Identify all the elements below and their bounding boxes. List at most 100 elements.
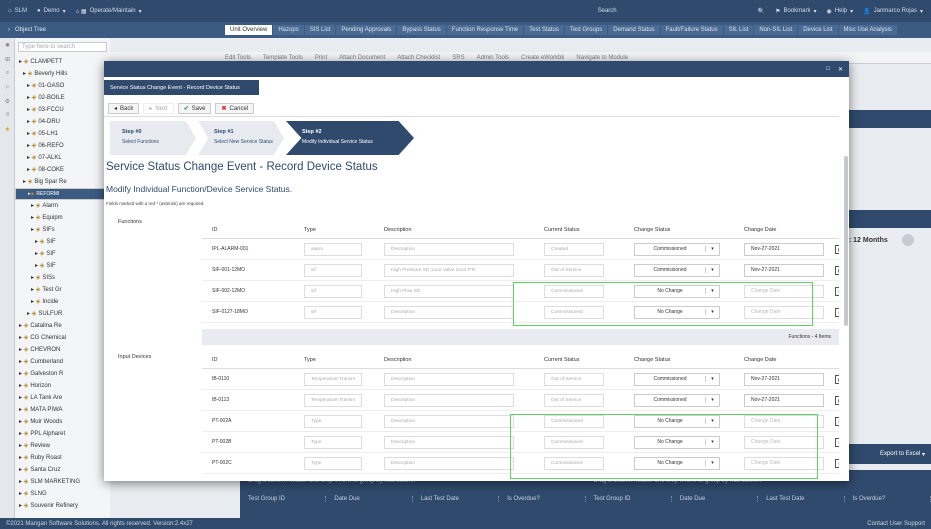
tab-non-sil-list[interactable]: Non-SIL List xyxy=(754,25,798,35)
tab-hazops[interactable]: Hazops xyxy=(273,25,304,35)
tree-search-input[interactable]: Type here to search xyxy=(18,42,107,52)
tree-expand-icon[interactable]: ▸ xyxy=(27,143,32,149)
global-search[interactable]: Search xyxy=(598,8,748,14)
tree-expand-icon[interactable]: ▸ xyxy=(19,383,24,389)
next-button[interactable]: ▸ Next xyxy=(143,103,174,114)
bg-col-5[interactable]: Date Due xyxy=(672,496,759,502)
change-status-select[interactable]: No Change ▾ xyxy=(634,305,720,319)
tree-expand-icon[interactable]: ▸ xyxy=(31,227,36,233)
change-status-select[interactable]: No Change ▾ xyxy=(634,456,720,470)
bg-col-6[interactable]: Last Test Date xyxy=(758,496,845,502)
calendar-icon[interactable]: ▦ xyxy=(835,458,839,468)
bg-tool-2[interactable]: Print xyxy=(315,55,327,61)
bg-tool-4[interactable]: Attach Checklist xyxy=(397,55,440,61)
tree-node[interactable]: ▸ ◈ CHEVRON xyxy=(15,344,110,356)
tree-node[interactable]: ▸ ◈ Santa Cruz xyxy=(15,464,110,476)
calendar-icon[interactable]: ▦ xyxy=(835,286,839,296)
change-status-select[interactable]: Commissioned ▾ xyxy=(634,372,720,386)
change-date-input[interactable]: Nov-27-2021 ▦ xyxy=(744,263,839,277)
bg-col-4[interactable]: Test Group ID xyxy=(586,496,672,502)
tree-node[interactable]: ▸ ◈ CG Chemical xyxy=(15,332,110,344)
tree-node[interactable]: ▸ ◈ Catalina Re xyxy=(15,320,110,332)
tree-expand-icon[interactable]: ▸ xyxy=(27,155,32,161)
bookmark-button[interactable]: ⚑ Bookmark ▾ xyxy=(775,8,816,15)
tree-node[interactable]: ▸ ◈ SLM MARKETING xyxy=(15,476,110,488)
functions-header-cell[interactable]: Description xyxy=(374,227,534,233)
calendar-icon[interactable]: ▦ xyxy=(835,437,839,447)
help-button[interactable]: ◉ Help ▾ xyxy=(827,8,854,15)
bg-col-1[interactable]: Date Due xyxy=(326,496,413,502)
tree-expand-icon[interactable]: ▸ xyxy=(19,359,24,365)
tab-sil-list[interactable]: SIL List xyxy=(723,25,754,35)
change-status-select[interactable]: No Change ▾ xyxy=(634,414,720,428)
tree-expand-icon[interactable]: ▸ xyxy=(19,479,24,485)
devices-header-cell[interactable]: Description xyxy=(374,357,534,363)
change-date-input[interactable]: Nov-27-2021 ▦ xyxy=(744,242,839,256)
devices-header-cell[interactable]: Change Date xyxy=(734,357,839,363)
tree-expand-icon[interactable]: ▸ xyxy=(19,467,24,473)
change-date-input[interactable]: Nov-27-2021 ▦ xyxy=(744,372,839,386)
chevron-down-icon[interactable]: ▾ xyxy=(705,267,719,273)
tree-expand-icon[interactable]: ▸ xyxy=(31,275,36,281)
search-icon[interactable]: 🔍 xyxy=(758,8,765,15)
tree-expand-icon[interactable]: ▸ xyxy=(19,347,24,353)
tool-icon[interactable]: ⚙ xyxy=(0,94,15,108)
chevron-down-icon[interactable]: ▾ xyxy=(705,376,719,382)
tree-node[interactable]: ▸ ◈ 08-COKE xyxy=(15,164,110,176)
calendar-icon[interactable]: ▦ xyxy=(835,244,839,254)
tree-expand-icon[interactable]: ▸ xyxy=(23,179,28,185)
tree-expand-icon[interactable]: ▸ xyxy=(19,419,24,425)
tree-node[interactable]: ▸ ◈ CLAMPETT xyxy=(15,56,110,68)
change-date-input[interactable]: Change Date ▦ xyxy=(744,435,839,449)
tree-expand-icon[interactable]: ▸ xyxy=(27,107,32,113)
bg-tool-1[interactable]: Template Tools xyxy=(263,55,303,61)
tree-expand-icon[interactable]: ▸ xyxy=(19,395,24,401)
tree-expand-icon[interactable]: ▸ xyxy=(19,323,24,329)
chevron-down-icon[interactable]: ▾ xyxy=(705,460,719,466)
nav-slm[interactable]: ⌂ SLM xyxy=(8,8,27,14)
tree-node[interactable]: ▸ ◈ 03-FCCU xyxy=(15,104,110,116)
nav-operate-maintain[interactable]: ⌂ ▦ Operate/Maintain ▾ xyxy=(76,8,142,15)
step-0[interactable]: Step #0 Select Functions xyxy=(110,121,196,155)
tree-node[interactable]: ▸ ◈ PPL Alpharet xyxy=(15,428,110,440)
tree-expand-icon[interactable]: ▸ xyxy=(35,251,40,257)
chevron-down-icon[interactable]: ▾ xyxy=(705,439,719,445)
chevron-down-icon[interactable]: ▾ xyxy=(705,397,719,403)
bg-tool-6[interactable]: Admin Tools xyxy=(477,55,510,61)
tree-expand-icon[interactable]: ▸ xyxy=(27,311,32,317)
cancel-button[interactable]: ✖ Cancel xyxy=(215,103,255,114)
export-to-excel-button[interactable]: Export to Excel ▾ xyxy=(845,444,931,464)
tree-node[interactable]: ▸ ◈ SISs xyxy=(15,272,110,284)
tab-unit-overview[interactable]: Unit Overview xyxy=(225,25,273,35)
tree-expand-icon[interactable]: ▸ xyxy=(27,167,32,173)
tree-expand-icon[interactable]: ▸ xyxy=(19,335,24,341)
bg-col-2[interactable]: Last Test Date xyxy=(413,496,500,502)
tree-node[interactable]: ▸ ◈ Incide xyxy=(15,296,110,308)
tree-node[interactable]: ▸ ◈ SULFUR xyxy=(15,308,110,320)
tree-node[interactable]: ▸ ◈ SIF xyxy=(15,236,110,248)
tree-expand-icon[interactable]: ▸ xyxy=(19,503,24,509)
tree-expand-icon[interactable]: ▸ xyxy=(27,119,32,125)
nav-demo[interactable]: ● Demo ▾ xyxy=(37,8,66,15)
tree-node[interactable]: ▸ ◈ Muir Woods xyxy=(15,416,110,428)
chevron-down-icon[interactable]: ▾ xyxy=(705,288,719,294)
devices-header-cell[interactable]: Change Status xyxy=(624,357,734,363)
months-toggle[interactable] xyxy=(901,234,914,246)
tree-expand-icon[interactable]: ▸ xyxy=(19,491,24,497)
restore-icon[interactable]: □ xyxy=(826,66,830,72)
chevron-down-icon[interactable]: ▾ xyxy=(705,246,719,252)
functions-header-cell[interactable]: Type xyxy=(294,227,374,233)
list-icon[interactable]: ≡ xyxy=(0,108,15,122)
tree-expand-icon[interactable]: ▸ xyxy=(27,131,32,137)
tree-expand-icon[interactable]: ▸ xyxy=(31,287,36,293)
tree-expand-icon[interactable]: ▸ xyxy=(31,203,36,209)
tree-node[interactable]: ▸ ◈ SLNG xyxy=(15,488,110,500)
tree-node[interactable]: ▸ ◈ 02-BOILE xyxy=(15,92,110,104)
tree-expand-icon[interactable]: ▸ xyxy=(19,407,24,413)
back-button[interactable]: ◂ Back xyxy=(108,103,140,114)
tree-node[interactable]: ▸ ◈ Horizon xyxy=(15,380,110,392)
functions-header-cell[interactable]: Current Status xyxy=(534,227,624,233)
search-rail-icon[interactable]: ⌕ xyxy=(0,66,15,80)
calendar-icon[interactable]: ▦ xyxy=(835,265,839,275)
change-date-input[interactable]: Change Date ▦ xyxy=(744,305,839,319)
